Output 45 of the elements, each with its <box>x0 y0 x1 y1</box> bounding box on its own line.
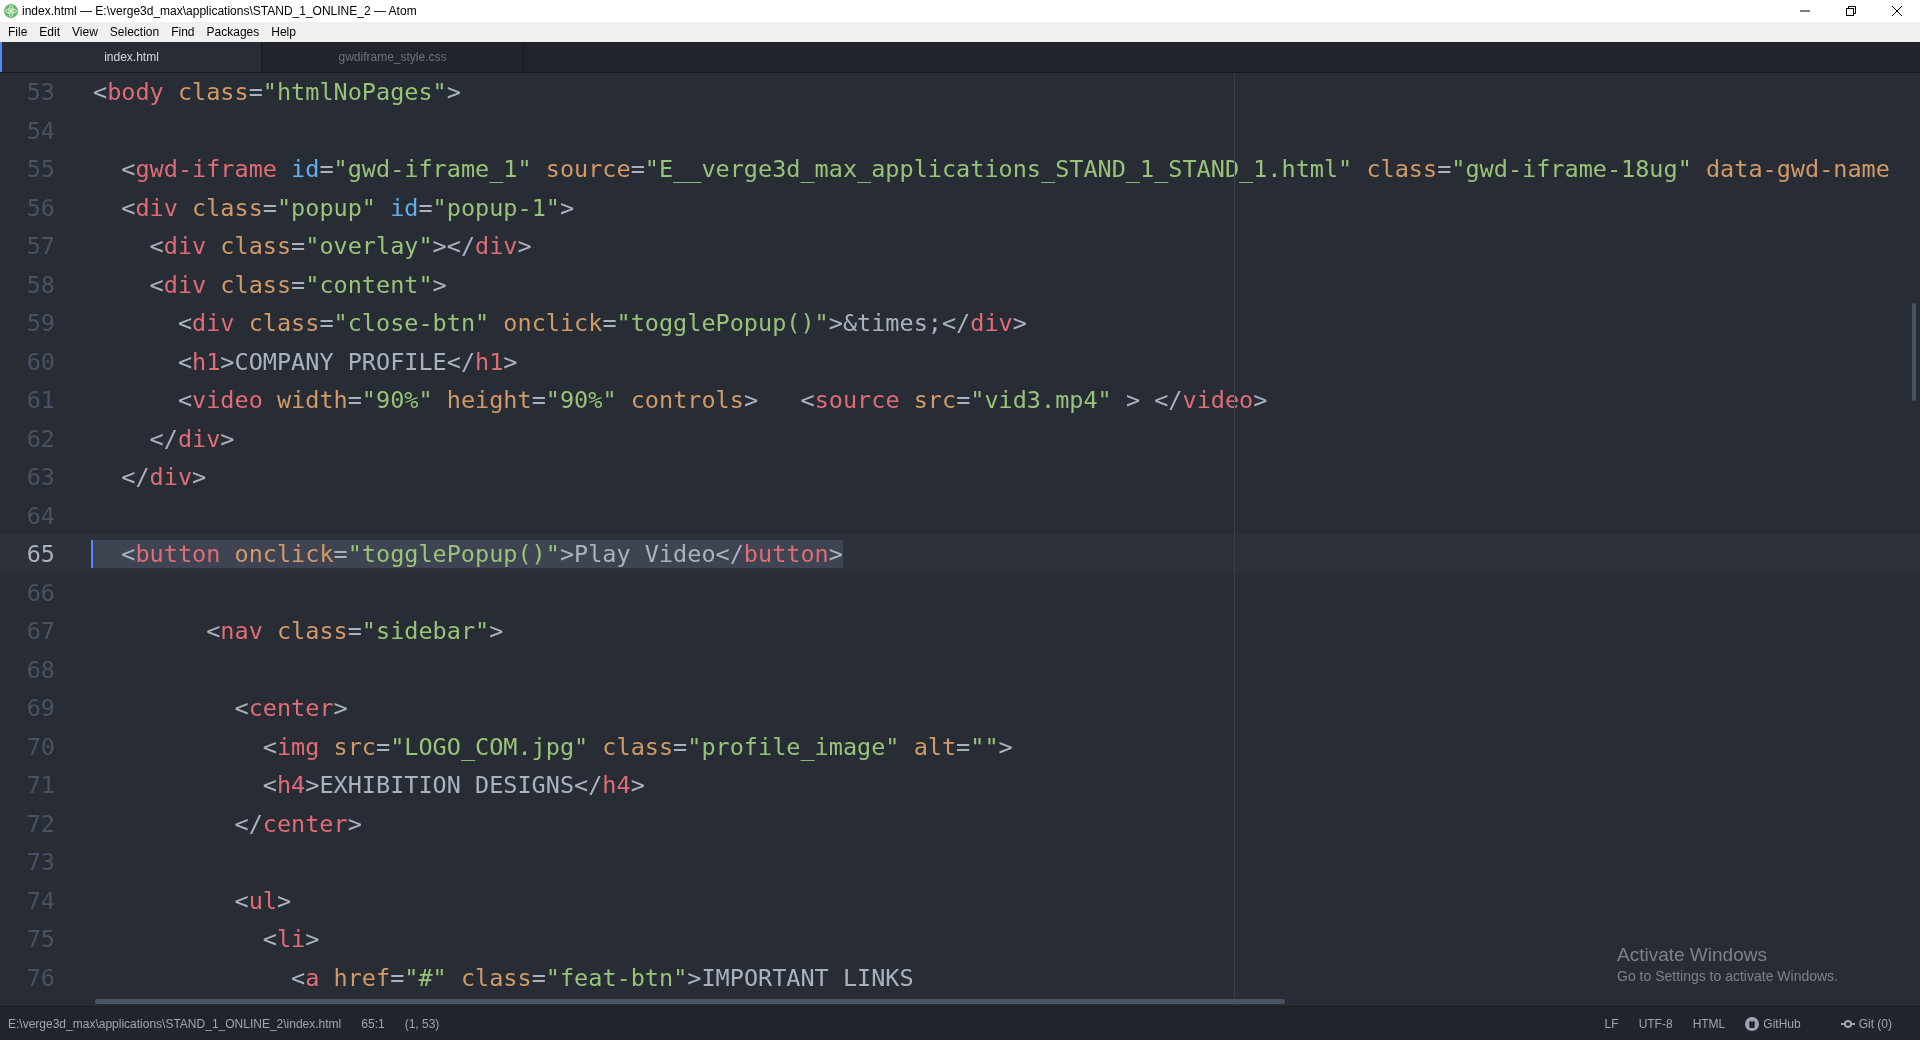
window-title: index.html — E:\verge3d_max\applications\STAND_1_ONLINE_2 — Atom <box>22 4 418 18</box>
menu-item[interactable]: File <box>2 23 34 41</box>
code-line: <img src="LOGO_COM.jpg" class="profile_image" alt=""> <box>261 732 1013 761</box>
code-line: <body class="htmlNoPages"> <box>93 78 461 107</box>
vertical-scrollbar[interactable] <box>1912 303 1916 401</box>
code-line: <gwd-iframe id="gwd-iframe_1" source="E__verge3d_max_applications_STAND_1_STAND_1.html" class="gwd-iframe-18ug" data-gwd-name <box>120 155 1890 184</box>
file-path[interactable]: E:\verge3d_max\applications\STAND_1_ONLINE_2\index.html <box>8 1017 342 1031</box>
activation-message: Go to Settings to activate Windows. <box>1617 968 1838 984</box>
activation-title: Activate Windows <box>1617 944 1768 966</box>
code-line: </div> <box>120 463 207 492</box>
code-line: <div class="popup" id="popup-1"> <box>120 193 575 222</box>
line-number: 65 <box>25 540 56 569</box>
selection-count[interactable]: (1, 53) <box>404 1017 440 1031</box>
code-line: </center> <box>233 809 362 838</box>
cursor-position[interactable]: 65:1 <box>361 1017 385 1031</box>
code-line: <h4>EXHIBITION DESIGNS</h4> <box>261 771 645 800</box>
code-line: <ul> <box>233 886 292 915</box>
code-line: <div class="content"> <box>148 270 447 299</box>
code-line: <a href="#" class="feat-btn">IMPORTANT LINKS <box>290 963 914 992</box>
menu-item[interactable]: Help <box>265 23 302 41</box>
code-line: <nav class="sidebar"> <box>205 617 504 646</box>
app-logo-icon <box>4 4 18 18</box>
close-icon[interactable] <box>1892 6 1902 16</box>
code-line: <h1>COMPANY PROFILE</h1> <box>176 347 518 376</box>
code-line: <div class="overlay"></div> <box>148 232 532 261</box>
menu-item[interactable]: View <box>66 23 104 41</box>
grammar[interactable]: HTML <box>1692 1017 1726 1031</box>
code-line: <video width="90%" height="90%" controls> <source src="vid3.mp4" > </video> <box>176 386 1268 415</box>
git-label[interactable]: Git (0) <box>1858 1017 1892 1031</box>
github-label[interactable]: GitHub <box>1763 1017 1801 1031</box>
code-line: <li> <box>261 925 320 954</box>
horizontal-scrollbar[interactable] <box>95 999 1285 1004</box>
menu-item[interactable]: Packages <box>200 23 266 41</box>
code-line: <center> <box>233 694 348 723</box>
code-line: <div class="close-btn" onclick="togglePopup()">&times;</div> <box>176 309 1027 338</box>
encoding[interactable]: UTF-8 <box>1638 1017 1673 1031</box>
restore-icon[interactable] <box>1846 6 1856 16</box>
line-ending[interactable]: LF <box>1604 1017 1619 1031</box>
menu-item[interactable]: Selection <box>103 23 166 41</box>
menu-item[interactable]: Edit <box>33 23 67 41</box>
menu-item[interactable]: Find <box>165 23 201 41</box>
git-commit-icon[interactable] <box>1840 1017 1855 1031</box>
github-icon[interactable] <box>1745 1017 1760 1031</box>
file-tab[interactable]: index.html <box>0 42 262 72</box>
code-line: </div> <box>148 424 235 453</box>
